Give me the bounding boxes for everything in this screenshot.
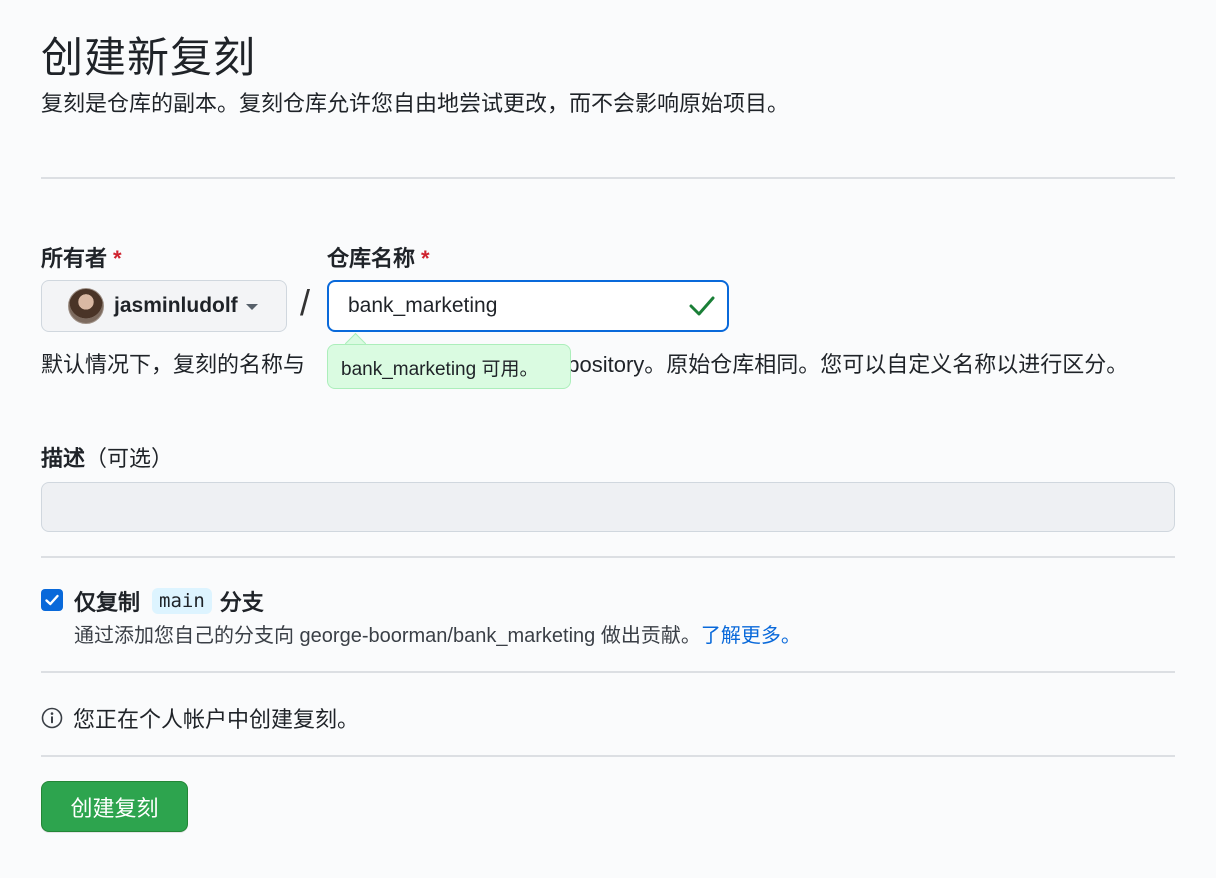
owner-repo-separator: / — [300, 282, 311, 323]
required-mark: * — [421, 246, 430, 271]
create-fork-page: 创建新复刻 复刻是仓库的副本。复刻仓库允许您自由地尝试更改，而不会影响原始项目。… — [0, 0, 1216, 878]
copy-branch-description-text: 通过添加您自己的分支向 george-boorman/bank_marketin… — [74, 625, 701, 647]
description-optional: （可选） — [85, 446, 174, 471]
description-input[interactable] — [41, 482, 1175, 532]
copy-main-branch-checkbox[interactable] — [41, 589, 63, 611]
avatar — [68, 288, 104, 324]
repo-name-help-start: 默认情况下，复刻的名称与 — [41, 352, 306, 377]
description-label-text: 描述 — [41, 446, 86, 471]
repo-name-label-text: 仓库名称 — [327, 246, 416, 271]
repo-name-help-end: epository。原始仓库相同。您可以自定义名称以进行区分。 — [555, 352, 1129, 377]
create-fork-button[interactable]: 创建复刻 — [41, 781, 188, 832]
owner-label-text: 所有者 — [41, 246, 108, 271]
caret-down-icon — [245, 304, 258, 310]
checkmark-icon — [45, 594, 59, 606]
description-label: 描述（可选） — [41, 441, 173, 473]
owner-name: jasminludolf — [114, 294, 238, 317]
repo-name-label: 仓库名称 * — [327, 241, 430, 273]
divider — [41, 671, 1175, 673]
check-icon — [689, 296, 715, 316]
copy-branch-description: 通过添加您自己的分支向 george-boorman/bank_marketin… — [74, 619, 801, 648]
repo-name-input[interactable] — [327, 280, 729, 332]
divider — [41, 556, 1175, 558]
required-mark: * — [113, 246, 122, 271]
repo-name-help: 默认情况下，复刻的名称与 epository。原始仓库相同。您可以自定义名称以进行… — [41, 348, 1151, 382]
copy-main-branch-label[interactable]: 仅复制 main 分支 — [74, 585, 264, 617]
account-info-text: 您正在个人帐户中创建复刻。 — [73, 707, 360, 732]
availability-tooltip: bank_marketing 可用。 — [327, 344, 571, 389]
info-icon — [41, 707, 63, 729]
page-title: 创建新复刻 — [41, 34, 257, 81]
owner-select[interactable]: jasminludolf — [41, 280, 287, 332]
owner-label: 所有者 * — [41, 241, 122, 273]
copy-branch-prefix: 仅复制 — [74, 590, 141, 615]
page-subtitle: 复刻是仓库的副本。复刻仓库允许您自由地尝试更改，而不会影响原始项目。 — [41, 91, 790, 116]
branch-name-code: main — [152, 588, 212, 614]
divider — [41, 177, 1175, 179]
divider — [41, 755, 1175, 757]
copy-branch-suffix: 分支 — [219, 590, 264, 615]
learn-more-link[interactable]: 了解更多。 — [701, 625, 801, 647]
account-info-notice: 您正在个人帐户中创建复刻。 — [41, 702, 359, 734]
